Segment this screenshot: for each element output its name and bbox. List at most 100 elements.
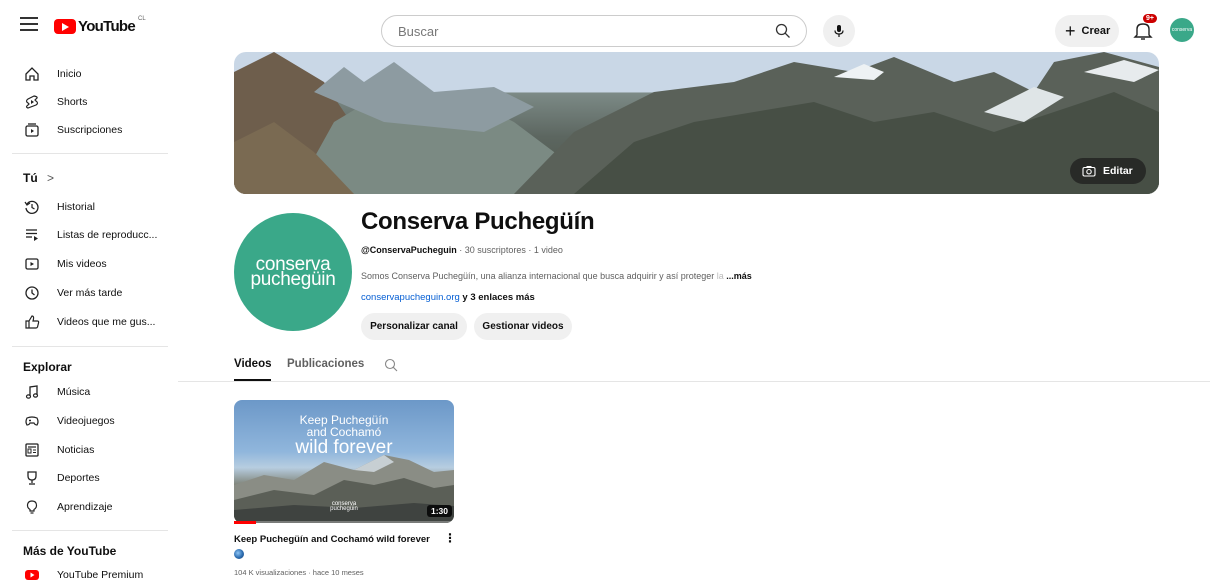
public-visibility-icon: [234, 549, 244, 559]
you-header-label: Tú: [23, 171, 38, 185]
mountain-banner-image: [234, 52, 1159, 194]
channel-stats: · 30 suscriptores · 1 video: [456, 245, 563, 255]
edit-banner-button[interactable]: Editar: [1070, 158, 1146, 184]
sidebar-item-shorts[interactable]: Shorts: [0, 88, 178, 116]
microphone-icon: [834, 25, 844, 37]
youtube-logo[interactable]: YouTube CL: [54, 16, 146, 35]
channel-website-link[interactable]: conservapucheguin.org: [361, 292, 460, 303]
subscriptions-icon: [25, 123, 39, 137]
sidebar-item-inicio[interactable]: Inicio: [0, 60, 178, 88]
sidebar-item-videojuegos[interactable]: Videojuegos: [0, 407, 178, 435]
sidebar-item-label: Shorts: [57, 96, 88, 108]
customize-channel-button[interactable]: Personalizar canal: [361, 313, 467, 340]
sidebar-item-youtube-premium[interactable]: YouTube Premium: [0, 561, 178, 580]
search-input[interactable]: [382, 16, 762, 46]
sidebar-divider: [12, 346, 168, 347]
topbar: YouTube CL + Crear 9+ conserva: [0, 0, 1210, 52]
sidebar-item-label: Inicio: [57, 68, 82, 80]
more-options-icon[interactable]: ⋮: [444, 532, 456, 544]
sidebar-explore-header: Explorar: [23, 360, 72, 374]
create-label: Crear: [1081, 25, 1111, 37]
sidebar-divider: [12, 530, 168, 531]
channel-meta: @ConservaPucheguin · 30 suscriptores · 1…: [361, 245, 563, 255]
thumbnail-logo: conserva puchegüin: [234, 501, 454, 512]
avatar-text: conserva: [1171, 27, 1193, 33]
plus-icon: +: [1065, 21, 1076, 41]
watch-progress-bar: [234, 521, 256, 524]
news-icon: [25, 443, 39, 457]
learning-icon: [26, 500, 38, 514]
my-videos-icon: [25, 258, 39, 270]
sidebar-divider: [12, 153, 168, 154]
sidebar-item-label: Música: [57, 386, 91, 398]
more-links-button[interactable]: y 3 enlaces más: [460, 292, 534, 303]
create-button[interactable]: + Crear: [1055, 15, 1119, 47]
shorts-icon: [25, 95, 39, 109]
tab-videos[interactable]: Videos: [234, 358, 272, 370]
channel-description[interactable]: Somos Conserva Puchegüín, una alianza in…: [361, 271, 752, 281]
channel-name: Conserva Puchegüín: [361, 208, 595, 235]
thumbnail-title-line-3: wild forever: [295, 437, 393, 458]
sidebar-item-playlists[interactable]: Listas de reproducc...: [0, 221, 178, 249]
search-button[interactable]: [760, 16, 806, 46]
tab-publicaciones[interactable]: Publicaciones: [287, 358, 364, 370]
sidebar: Inicio Shorts Suscripciones Tú > Histori…: [0, 52, 178, 580]
sidebar-item-label: YouTube Premium: [57, 569, 144, 580]
sidebar-you-header[interactable]: Tú >: [23, 171, 54, 185]
video-duration: 1:30: [427, 505, 453, 517]
channel-search-icon[interactable]: [384, 358, 398, 372]
camera-icon: [1082, 166, 1096, 177]
thumbnail-logo-line-2: puchegüin: [330, 506, 358, 512]
region-code: CL: [138, 16, 146, 22]
sidebar-item-deportes[interactable]: Deportes: [0, 464, 178, 492]
notification-badge: 9+: [1143, 14, 1157, 23]
sidebar-item-aprendizaje[interactable]: Aprendizaje: [0, 493, 178, 521]
account-avatar[interactable]: conserva: [1170, 18, 1194, 42]
history-icon: [24, 200, 39, 214]
sidebar-item-label: Listas de reproducc...: [57, 229, 158, 241]
youtube-play-icon: [54, 19, 76, 34]
sidebar-item-historial[interactable]: Historial: [0, 193, 178, 221]
youtube-premium-icon: [25, 570, 39, 580]
edit-label: Editar: [1103, 165, 1133, 177]
gaming-icon: [25, 416, 39, 426]
music-icon: [25, 385, 39, 399]
sidebar-item-suscripciones[interactable]: Suscripciones: [0, 116, 178, 144]
sidebar-item-label: Mis videos: [57, 258, 107, 270]
channel-links: conservapucheguin.org y 3 enlaces más: [361, 292, 535, 303]
sidebar-item-ver-mas-tarde[interactable]: Ver más tarde: [0, 279, 178, 307]
description-fade: la: [716, 271, 724, 281]
video-stats: 104 K visualizaciones · hace 10 meses: [234, 568, 364, 577]
chevron-right-icon: >: [47, 171, 55, 185]
sidebar-item-label: Deportes: [57, 472, 100, 484]
manage-videos-button[interactable]: Gestionar videos: [474, 313, 572, 340]
logo-text: YouTube: [78, 18, 136, 35]
sidebar-item-label: Videos que me gus...: [57, 316, 156, 328]
liked-videos-icon: [25, 315, 40, 329]
home-icon: [25, 67, 39, 81]
tabs-divider: [178, 381, 1210, 382]
sidebar-item-label: Historial: [57, 201, 95, 213]
channel-avatar[interactable]: conserva puchegüin: [234, 213, 352, 331]
description-more-link[interactable]: ...más: [724, 271, 752, 281]
sidebar-item-label: Noticias: [57, 444, 95, 456]
search-box: [381, 15, 807, 47]
sidebar-more-header: Más de YouTube: [23, 544, 117, 558]
sidebar-item-label: Aprendizaje: [57, 501, 113, 513]
watch-later-icon: [25, 286, 39, 300]
sports-icon: [27, 471, 37, 485]
sidebar-item-liked-videos[interactable]: Videos que me gus...: [0, 308, 178, 336]
search-icon: [775, 23, 790, 38]
menu-icon[interactable]: [20, 17, 38, 33]
sidebar-item-label: Videojuegos: [57, 415, 115, 427]
channel-banner: [234, 52, 1159, 194]
video-title[interactable]: Keep Puchegüín and Cochamó wild forever: [234, 534, 430, 545]
sidebar-item-label: Suscripciones: [57, 124, 123, 136]
channel-handle: @ConservaPucheguin: [361, 245, 457, 255]
sidebar-item-mis-videos[interactable]: Mis videos: [0, 250, 178, 278]
sidebar-item-label: Ver más tarde: [57, 287, 123, 299]
sidebar-item-noticias[interactable]: Noticias: [0, 436, 178, 464]
sidebar-item-musica[interactable]: Música: [0, 378, 178, 406]
avatar-line-2: puchegüin: [250, 269, 336, 290]
voice-search-button[interactable]: [823, 15, 855, 47]
